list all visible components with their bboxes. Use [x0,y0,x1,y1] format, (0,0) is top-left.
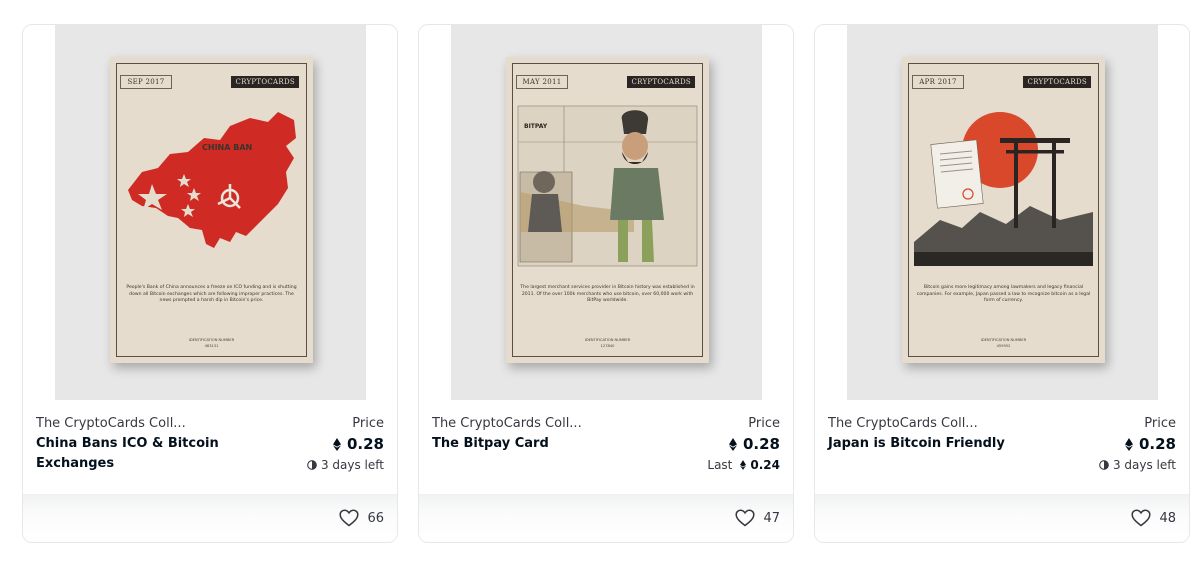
eth-icon [728,437,737,451]
time-left: 3 days left [307,458,384,472]
collection-name[interactable]: The CryptoCards Coll... [828,416,978,431]
price-label: Price [352,416,384,431]
collection-name[interactable]: The CryptoCards Coll... [36,416,186,431]
poster-caption: People's Bank of China announces a freez… [126,285,297,303]
cryptocard-poster: APR 2017 CRYPTOCARDS Bitcoin gains more … [902,57,1105,363]
poster-date: MAY 2011 [516,75,568,89]
time-left: 3 days left [1099,458,1176,472]
poster-date: APR 2017 [912,75,964,89]
heart-icon[interactable] [735,509,756,527]
last-sale: Last 0.24 [707,458,780,472]
art-label: BITPAY [524,123,548,130]
cryptocard-poster: SEP 2017 CRYPTOCARDS CHINA BAN People's … [110,57,313,363]
collection-name[interactable]: The CryptoCards Coll... [432,416,582,431]
favorite-count: 66 [367,510,384,526]
poster-id-value: 483131 [204,344,219,348]
item-title[interactable]: Japan is Bitcoin Friendly [828,434,1028,454]
price-value: 0.28 [346,435,384,453]
nft-card-grid: SEP 2017 CRYPTOCARDS CHINA BAN People's … [22,24,1190,543]
last-sale-label: Last [707,458,733,472]
art-label: CHINA BAN [202,143,252,152]
item-title[interactable]: The Bitpay Card [432,434,632,454]
clock-icon [307,460,317,470]
heart-icon[interactable] [1131,509,1152,527]
last-sale-price: 0.24 [750,458,780,472]
price-value: 0.28 [1138,435,1176,453]
eth-icon [1124,437,1133,451]
poster-caption: The largest merchant services provider i… [520,285,695,303]
poster-id: IDENTIFICATION NUMBER 127840 [506,337,709,349]
time-left-text: 3 days left [1112,458,1176,472]
nft-image[interactable]: SEP 2017 CRYPTOCARDS CHINA BAN People's … [55,25,366,400]
price-label: Price [748,416,780,431]
poster-date: SEP 2017 [120,75,172,89]
cryptocard-poster: MAY 2011 CRYPTOCARDS BITPAY The largest … [506,57,709,363]
price: 0.28 [1124,435,1176,453]
eth-icon [740,460,747,470]
card-footer: 47 [419,494,793,542]
japan-illustration [914,112,1093,266]
bitpay-illustration: BITPAY [517,105,698,267]
price-label: Price [1144,416,1176,431]
nft-image[interactable]: MAY 2011 CRYPTOCARDS BITPAY The largest … [451,25,762,400]
poster-id-value: 455952 [996,344,1011,348]
heart-icon[interactable] [339,509,360,527]
china-map-illustration: CHINA BAN [128,112,296,248]
favorite-count: 48 [1159,510,1176,526]
nft-card[interactable]: MAY 2011 CRYPTOCARDS BITPAY The largest … [418,24,794,543]
poster-id-value: 127840 [600,344,615,348]
card-footer: 66 [23,494,397,542]
nft-card[interactable]: APR 2017 CRYPTOCARDS Bitcoin gains more … [814,24,1190,543]
favorite-count: 47 [763,510,780,526]
poster-brand: CRYPTOCARDS [1023,76,1091,88]
time-left-text: 3 days left [320,458,384,472]
poster-brand: CRYPTOCARDS [627,76,695,88]
poster-brand: CRYPTOCARDS [231,76,299,88]
favorite-button[interactable]: 48 [1131,509,1176,527]
clock-icon [1099,460,1109,470]
nft-card[interactable]: SEP 2017 CRYPTOCARDS CHINA BAN People's … [22,24,398,543]
eth-icon [332,437,341,451]
poster-id: IDENTIFICATION NUMBER 455952 [902,337,1105,349]
price-value: 0.28 [742,435,780,453]
item-title[interactable]: China Bans ICO & Bitcoin Exchanges [36,434,236,474]
favorite-button[interactable]: 66 [339,509,384,527]
card-footer: 48 [815,494,1189,542]
favorite-button[interactable]: 47 [735,509,780,527]
price: 0.28 [728,435,780,453]
price: 0.28 [332,435,384,453]
nft-image[interactable]: APR 2017 CRYPTOCARDS Bitcoin gains more … [847,25,1158,400]
poster-caption: Bitcoin gains more legitimacy among lawm… [916,285,1091,303]
poster-id: IDENTIFICATION NUMBER 483131 [110,337,313,349]
